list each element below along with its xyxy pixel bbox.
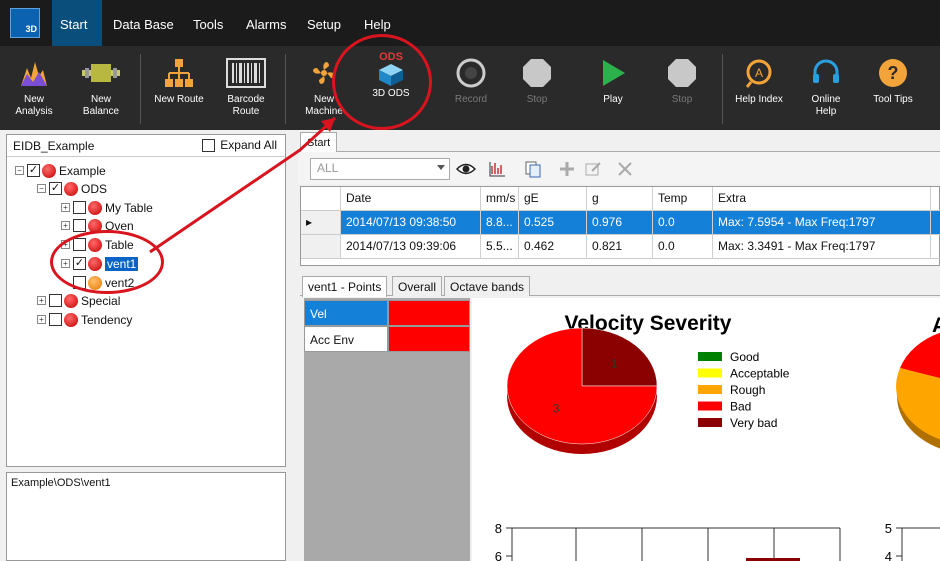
annotation-arrow bbox=[149, 116, 337, 254]
